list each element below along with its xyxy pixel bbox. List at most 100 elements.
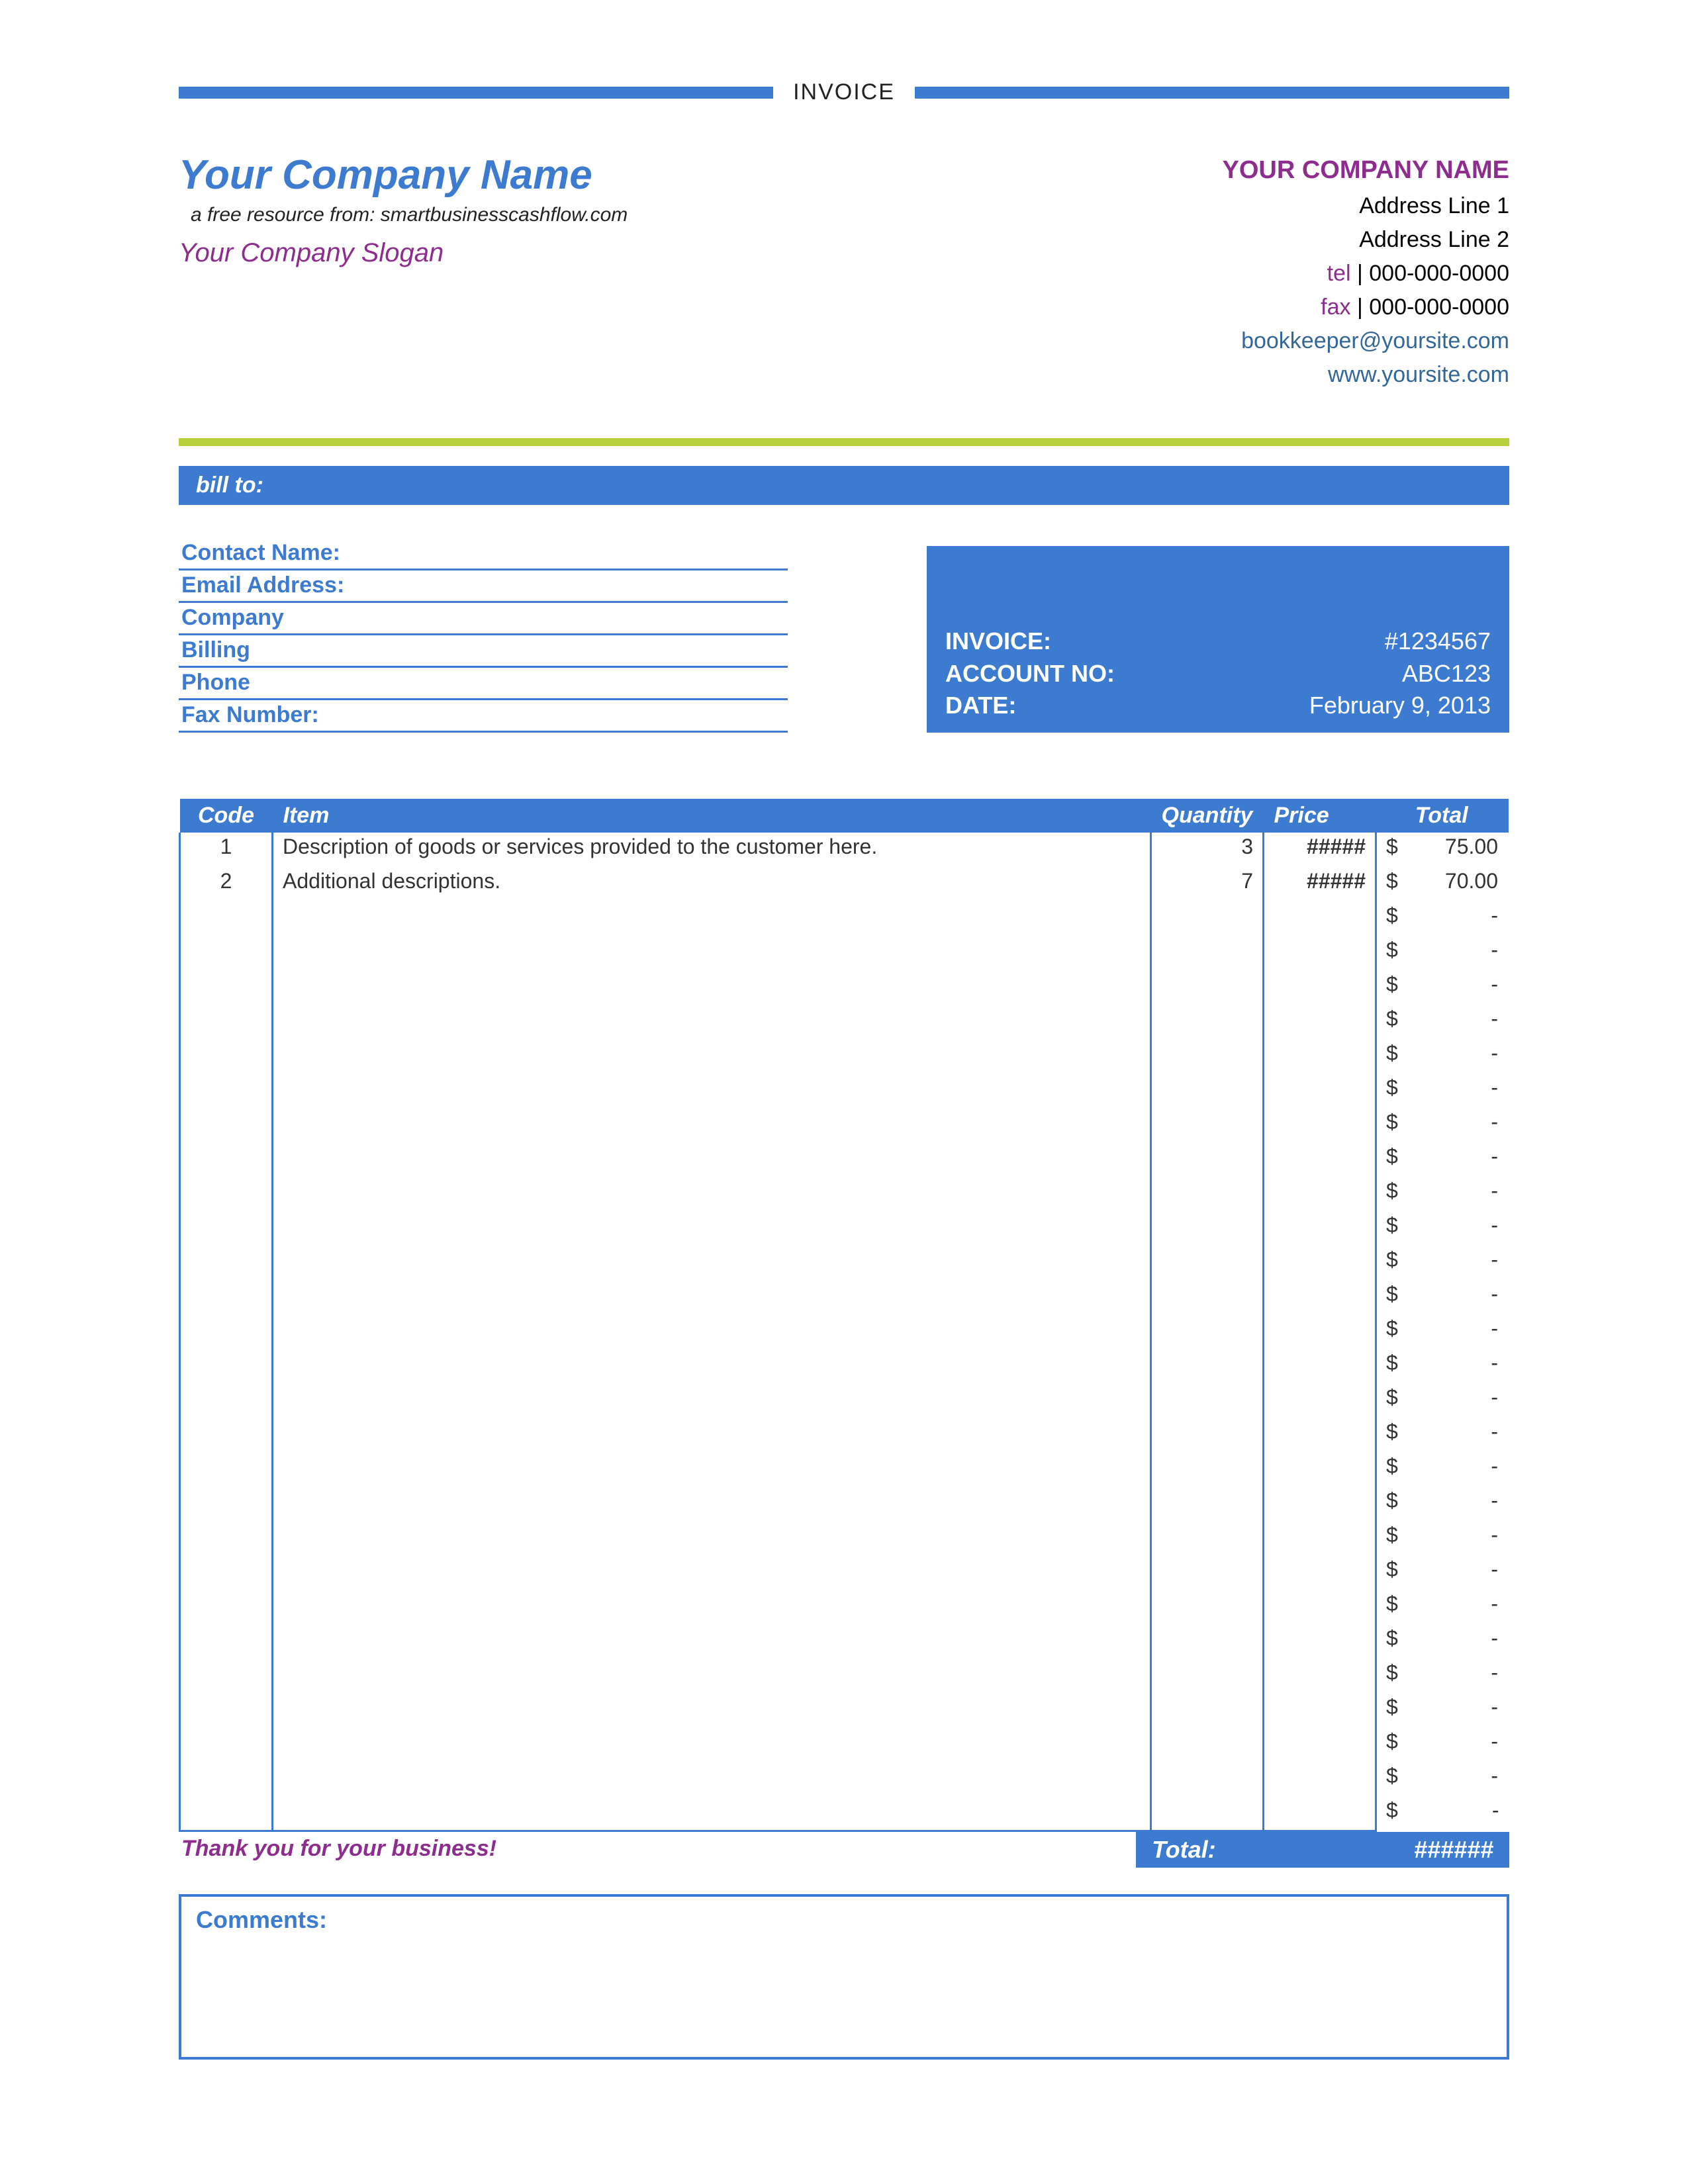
total-amount: - (1491, 1661, 1498, 1685)
total-amount: - (1491, 1385, 1498, 1410)
cell-price: ##### (1264, 833, 1376, 867)
cell-total: $- (1376, 1727, 1509, 1762)
line-items-table: Code Item Quantity Price Total 1Descript… (179, 799, 1509, 1832)
cell-item (273, 1246, 1151, 1280)
table-row: $- (180, 1693, 1509, 1727)
cell-code (180, 1039, 273, 1073)
cell-code (180, 1796, 273, 1831)
cell-price (1264, 901, 1376, 936)
cell-price (1264, 936, 1376, 970)
cell-quantity (1151, 1452, 1264, 1486)
invoice-date: February 9, 2013 (1309, 690, 1491, 722)
table-row: $- (180, 1108, 1509, 1142)
currency-symbol: $ (1386, 1798, 1398, 1823)
cell-code (180, 1211, 273, 1246)
currency-symbol: $ (1386, 1144, 1398, 1169)
cell-quantity (1151, 1796, 1264, 1831)
grand-total: Total: ###### (1136, 1832, 1509, 1868)
table-row: $- (180, 1349, 1509, 1383)
cell-item (273, 1727, 1151, 1762)
comments-label: Comments: (196, 1906, 1492, 1934)
cell-code (180, 1314, 273, 1349)
title-bar-right (915, 87, 1509, 99)
currency-symbol: $ (1386, 1007, 1398, 1031)
table-row: $- (180, 1177, 1509, 1211)
cell-total: $70.00 (1376, 867, 1509, 901)
cell-item (273, 1762, 1151, 1796)
currency-symbol: $ (1386, 1282, 1398, 1306)
cell-total: $- (1376, 1280, 1509, 1314)
cell-quantity (1151, 1727, 1264, 1762)
total-amount: - (1491, 1213, 1498, 1238)
cell-quantity (1151, 1624, 1264, 1659)
cell-item (273, 1796, 1151, 1831)
cell-price (1264, 1177, 1376, 1211)
total-amount: - (1491, 1282, 1498, 1306)
cell-item: Description of goods or services provide… (273, 833, 1151, 867)
invoice-date-line: DATE: February 9, 2013 (945, 690, 1491, 722)
cell-code: 1 (180, 833, 273, 867)
cell-price (1264, 1659, 1376, 1693)
cell-item (273, 1624, 1151, 1659)
cell-code (180, 1693, 273, 1727)
total-amount: - (1491, 972, 1498, 997)
col-item: Item (273, 799, 1151, 833)
table-row: $- (180, 1486, 1509, 1521)
col-code: Code (180, 799, 273, 833)
cell-quantity (1151, 1383, 1264, 1418)
cell-code (180, 1108, 273, 1142)
total-amount: - (1491, 1626, 1498, 1651)
table-row: $- (180, 1142, 1509, 1177)
total-amount: 70.00 (1445, 869, 1498, 893)
cell-quantity (1151, 1659, 1264, 1693)
bill-to-bar: bill to: (179, 466, 1509, 505)
cell-quantity (1151, 1693, 1264, 1727)
cell-code: 2 (180, 867, 273, 901)
currency-symbol: $ (1386, 1661, 1398, 1685)
cell-price (1264, 1314, 1376, 1349)
header-left: Your Company Name a free resource from: … (179, 152, 628, 392)
table-row: $- (180, 1246, 1509, 1280)
cell-total: $- (1376, 1073, 1509, 1108)
table-body: 1Description of goods or services provid… (180, 833, 1509, 1831)
header: Your Company Name a free resource from: … (179, 152, 1509, 392)
cell-quantity (1151, 1211, 1264, 1246)
cell-price (1264, 1796, 1376, 1831)
cell-total: $- (1376, 1108, 1509, 1142)
table-row: $- (180, 1039, 1509, 1073)
info-row: Contact Name: Email Address: Company Bil… (179, 538, 1509, 733)
cell-code (180, 1177, 273, 1211)
currency-symbol: $ (1386, 972, 1398, 997)
cell-item (273, 1108, 1151, 1142)
phone-field: Phone (179, 668, 788, 700)
currency-symbol: $ (1386, 1592, 1398, 1616)
table-row: $- (180, 1005, 1509, 1039)
currency-symbol: $ (1386, 1488, 1398, 1513)
tel-label: tel (1327, 261, 1351, 286)
cell-price (1264, 1280, 1376, 1314)
cell-total: $- (1376, 1418, 1509, 1452)
address-line-1: Address Line 1 (1222, 189, 1509, 223)
tel-value: 000-000-0000 (1369, 261, 1509, 286)
cell-item (273, 1314, 1151, 1349)
cell-code (180, 1590, 273, 1624)
invoice-meta-block: INVOICE: #1234567 ACCOUNT NO: ABC123 DAT… (927, 546, 1509, 733)
cell-price (1264, 1039, 1376, 1073)
table-row: $- (180, 1521, 1509, 1555)
table-row: $- (180, 970, 1509, 1005)
fax-number-field: Fax Number: (179, 700, 788, 733)
cell-item (273, 1486, 1151, 1521)
title-row: INVOICE (179, 79, 1509, 105)
cell-code (180, 1521, 273, 1555)
cell-quantity (1151, 1349, 1264, 1383)
table-row: $- (180, 1659, 1509, 1693)
cell-code (180, 1624, 273, 1659)
total-amount: - (1491, 1454, 1498, 1479)
cell-item (273, 1073, 1151, 1108)
website-link: www.yoursite.com (1222, 358, 1509, 392)
cell-item (273, 901, 1151, 936)
currency-symbol: $ (1386, 1179, 1398, 1203)
cell-quantity (1151, 1039, 1264, 1073)
cell-total: $- (1376, 1349, 1509, 1383)
cell-code (180, 1005, 273, 1039)
